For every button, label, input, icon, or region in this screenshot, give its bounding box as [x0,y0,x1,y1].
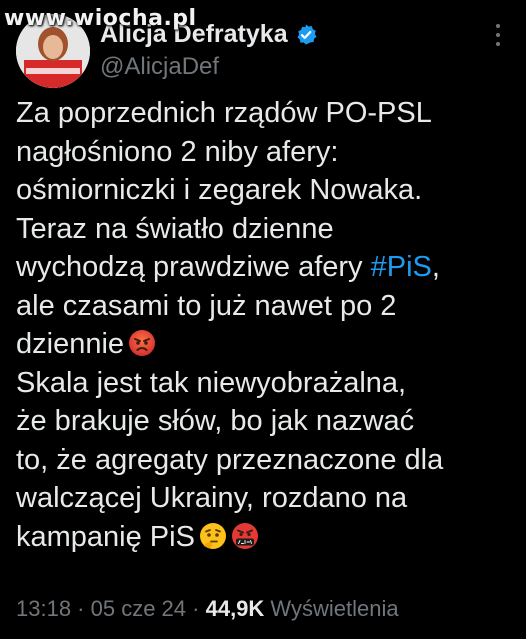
tweet-line-emoji: kampanię PiS [16,518,514,557]
thinking-face-icon [199,522,227,550]
tweet-line: ale czasami to już nawet po 2 [16,289,397,322]
tweet-line-hashtag: wychodzą prawdziwe afery #PiS, [16,248,514,287]
tweet-line: Teraz na światło dzienne [16,212,334,245]
tweet-line: Skala jest tak niewyobrażalna, [16,366,407,399]
meta-separator: · [71,596,91,621]
cursing-face-icon [231,522,259,550]
meta-separator: · [186,596,206,621]
tweet-meta: 13:18 · 05 cze 24 · 44,9K Wyświetlenia [16,596,399,622]
tweet-line-emoji: dziennie [16,325,514,364]
hashtag-suffix: , [431,251,440,283]
tweet-line-text: dziennie [16,328,125,360]
tweet-line: nagłośniono 2 niby afery: [16,135,339,168]
tweet-line: to, że agregaty przeznaczone dla [16,443,444,476]
more-options-icon[interactable] [492,20,504,50]
watermark: www.wiocha.pl [4,6,197,31]
tweet-time[interactable]: 13:18 [16,596,71,621]
tweet-line: Za poprzednich rządów PO-PSL [16,97,432,129]
tweet-line: ośmiorniczki i zegarek Nowaka. [16,174,423,206]
views-count: 44,9K [205,596,265,621]
views-label: Wyświetlenia [264,596,399,621]
tweet-text: Za poprzednich rządów PO-PSL nagłośniono… [16,94,514,556]
angry-face-icon [128,329,156,357]
author-handle[interactable]: @AlicjaDef [100,53,219,81]
verified-badge-icon [294,23,318,47]
hashtag-link[interactable]: #PiS [371,251,432,283]
tweet-line: walczącej Ukrainy, rozdano na [16,482,408,514]
tweet-line: że brakuje słów, bo jak nazwać [16,405,415,437]
tweet-line-text: kampanię PiS [16,520,195,553]
tweet-line-text: wychodzą prawdziwe afery [16,251,371,283]
tweet-date[interactable]: 05 cze 24 [91,596,186,621]
tweet-container: www.wiocha.pl Alicja Defratyka @AlicjaDe… [0,0,526,639]
